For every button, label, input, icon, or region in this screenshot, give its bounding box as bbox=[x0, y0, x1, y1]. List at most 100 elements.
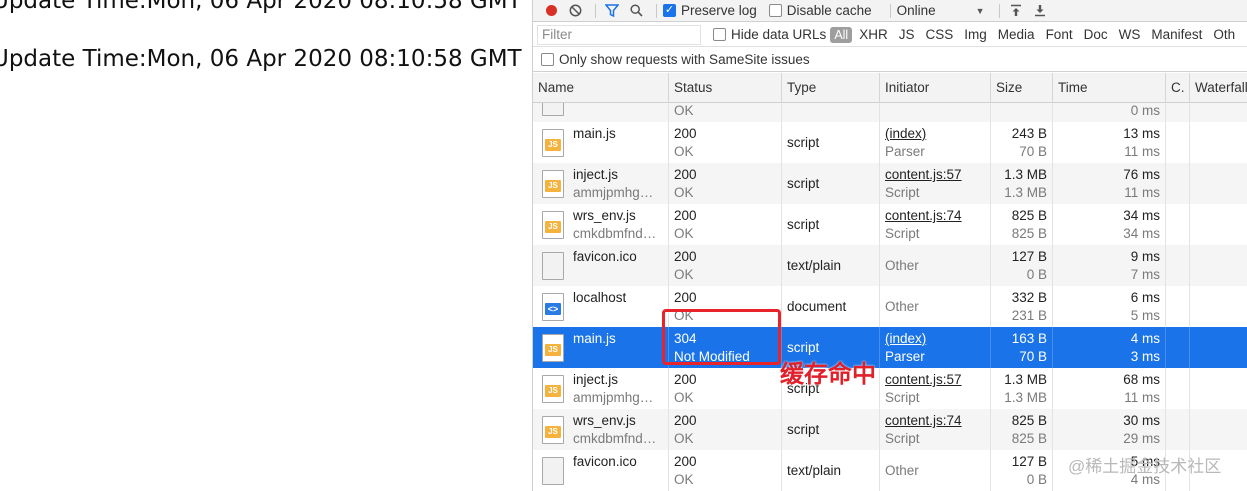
js-file-icon: JS bbox=[542, 375, 564, 403]
type-filter-ws[interactable]: WS bbox=[1115, 25, 1145, 44]
initiator-link[interactable]: content.js:74 bbox=[885, 413, 962, 428]
filter-input[interactable]: Filter bbox=[537, 24, 701, 45]
resource-size: 70 B bbox=[1019, 144, 1047, 159]
type-filter-all[interactable]: All bbox=[830, 26, 853, 43]
table-row[interactable]: favicon.ico 200 OK text/plain Other 127 B 0 B 9… bbox=[533, 245, 1247, 286]
name-cell: JS wrs_env.js cmkdbmfnd… bbox=[533, 204, 669, 245]
record-button[interactable] bbox=[541, 1, 561, 21]
status-text: OK bbox=[674, 144, 694, 159]
name-cell: JS main.js bbox=[533, 122, 669, 163]
type-cell: document bbox=[782, 286, 880, 327]
type-filter-css[interactable]: CSS bbox=[922, 25, 958, 44]
column-header-status[interactable]: Status bbox=[669, 73, 782, 103]
type-filter-font[interactable]: Font bbox=[1042, 25, 1077, 44]
type-cell: script bbox=[782, 163, 880, 204]
js-file-icon: JS bbox=[542, 211, 564, 239]
size-cell: 1.3 MB 1.3 MB bbox=[991, 163, 1053, 204]
browser-page: Update Time:Mon, 06 Apr 2020 08:10:58 GM… bbox=[0, 0, 532, 491]
status-code: 200 bbox=[674, 413, 697, 428]
connection-cell bbox=[1166, 368, 1190, 409]
throttling-value: Online bbox=[896, 3, 936, 18]
connection-cell bbox=[1166, 204, 1190, 245]
throttling-select[interactable]: Online ▼ bbox=[897, 3, 985, 18]
size-cell: 243 B 70 B bbox=[991, 122, 1053, 163]
document-icon: <> bbox=[542, 293, 564, 321]
time-cell: 76 ms 11 ms bbox=[1053, 163, 1166, 204]
waterfall-cell bbox=[1190, 286, 1247, 327]
column-header-initiator[interactable]: Initiator bbox=[880, 73, 991, 103]
table-row[interactable]: JS main.js 304 Not Modified script (index) Par… bbox=[533, 327, 1247, 368]
column-header-time[interactable]: Time bbox=[1053, 73, 1166, 103]
type-filter-js[interactable]: JS bbox=[895, 25, 919, 44]
initiator-link[interactable]: content.js:74 bbox=[885, 208, 962, 223]
type-cell bbox=[782, 103, 880, 122]
initiator-type: Script bbox=[885, 185, 920, 200]
table-row[interactable]: JS inject.js ammjpmhg… 200 OK script content.j… bbox=[533, 368, 1247, 409]
request-name: wrs_env.js bbox=[573, 208, 636, 223]
filter-toggle-button[interactable] bbox=[602, 1, 622, 21]
request-type: script bbox=[787, 340, 820, 355]
transfer-size: 1.3 MB bbox=[1004, 372, 1047, 387]
column-header-name[interactable]: Name bbox=[533, 73, 669, 103]
size-cell: 1.3 MB 1.3 MB bbox=[991, 368, 1053, 409]
latency-time: 11 ms bbox=[1124, 390, 1160, 405]
import-har-button[interactable] bbox=[1006, 1, 1026, 21]
request-type: text/plain bbox=[787, 463, 842, 478]
type-filter-media[interactable]: Media bbox=[994, 25, 1039, 44]
size-cell: 825 B 825 B bbox=[991, 204, 1053, 245]
table-row[interactable]: OK 231 B 0 ms bbox=[533, 103, 1247, 122]
time-cell: 13 ms 11 ms bbox=[1053, 122, 1166, 163]
clear-button[interactable] bbox=[565, 1, 585, 21]
table-row[interactable]: JS main.js 200 OK script (index) Parser 243 B 70… bbox=[533, 122, 1247, 163]
type-cell: script bbox=[782, 204, 880, 245]
type-filter-doc[interactable]: Doc bbox=[1080, 25, 1112, 44]
samesite-checkbox[interactable]: Only show requests with SameSite issues bbox=[533, 48, 1247, 72]
initiator-link[interactable]: content.js:57 bbox=[885, 167, 962, 182]
table-row[interactable]: JS inject.js ammjpmhg… 200 OK script content.j… bbox=[533, 163, 1247, 204]
request-domain: cmkdbmfnd… bbox=[573, 431, 657, 446]
type-filter-img[interactable]: Img bbox=[960, 25, 991, 44]
status-code: 200 bbox=[674, 208, 697, 223]
request-name: main.js bbox=[573, 126, 616, 141]
request-name: localhost bbox=[573, 290, 627, 305]
hide-data-urls-checkbox[interactable]: Hide data URLs bbox=[713, 27, 826, 42]
type-filter-manifest[interactable]: Manifest bbox=[1147, 25, 1206, 44]
request-domain: ammjpmhg… bbox=[573, 185, 654, 200]
table-row[interactable]: <> localhost 200 OK document Other 332 B 231 B6… bbox=[533, 286, 1247, 327]
request-name: favicon.ico bbox=[573, 249, 637, 264]
request-type: script bbox=[787, 217, 820, 232]
size-cell: 163 B 70 B bbox=[991, 327, 1053, 368]
size-cell: 127 B 0 B bbox=[991, 450, 1053, 491]
column-header-connection[interactable]: C. bbox=[1166, 73, 1190, 103]
time-cell: 6 ms 5 ms bbox=[1053, 286, 1166, 327]
file-icon bbox=[542, 457, 564, 485]
type-cell: text/plain bbox=[782, 450, 880, 491]
status-text: OK bbox=[674, 103, 694, 118]
export-har-button[interactable] bbox=[1030, 1, 1050, 21]
connection-cell bbox=[1166, 327, 1190, 368]
column-header-size[interactable]: Size bbox=[991, 73, 1053, 103]
initiator-link[interactable]: content.js:57 bbox=[885, 372, 962, 387]
initiator-link[interactable]: (index) bbox=[885, 126, 926, 141]
status-cell: 200 OK bbox=[669, 163, 782, 204]
type-filter-xhr[interactable]: XHR bbox=[855, 25, 892, 44]
initiator-link[interactable]: (index) bbox=[885, 331, 926, 346]
transfer-size: 127 B bbox=[1011, 249, 1047, 264]
highlight-box bbox=[662, 309, 781, 365]
request-name: favicon.ico bbox=[573, 454, 637, 469]
waterfall-cell bbox=[1190, 245, 1247, 286]
column-header-waterfall[interactable]: Waterfall bbox=[1190, 73, 1247, 103]
name-cell: JS main.js bbox=[533, 327, 669, 368]
preserve-log-checkbox[interactable]: ✓ Preserve log bbox=[663, 3, 757, 18]
network-toolbar: ✓ Preserve log Disable cache Online ▼ bbox=[533, 0, 1247, 22]
time-cell: 9 ms 7 ms bbox=[1053, 245, 1166, 286]
type-filter-other[interactable]: Oth bbox=[1209, 25, 1239, 44]
checkbox-icon bbox=[768, 4, 782, 17]
initiator-text: Other bbox=[885, 299, 919, 314]
table-row[interactable]: JS wrs_env.js cmkdbmfnd… 200 OK script content… bbox=[533, 204, 1247, 245]
table-row[interactable]: JS wrs_env.js cmkdbmfnd… 200 OK script content… bbox=[533, 409, 1247, 450]
disable-cache-checkbox[interactable]: Disable cache bbox=[768, 3, 872, 18]
column-header-type[interactable]: Type bbox=[782, 73, 880, 103]
search-button[interactable] bbox=[626, 1, 646, 21]
resource-size: 231 B bbox=[1011, 308, 1047, 323]
